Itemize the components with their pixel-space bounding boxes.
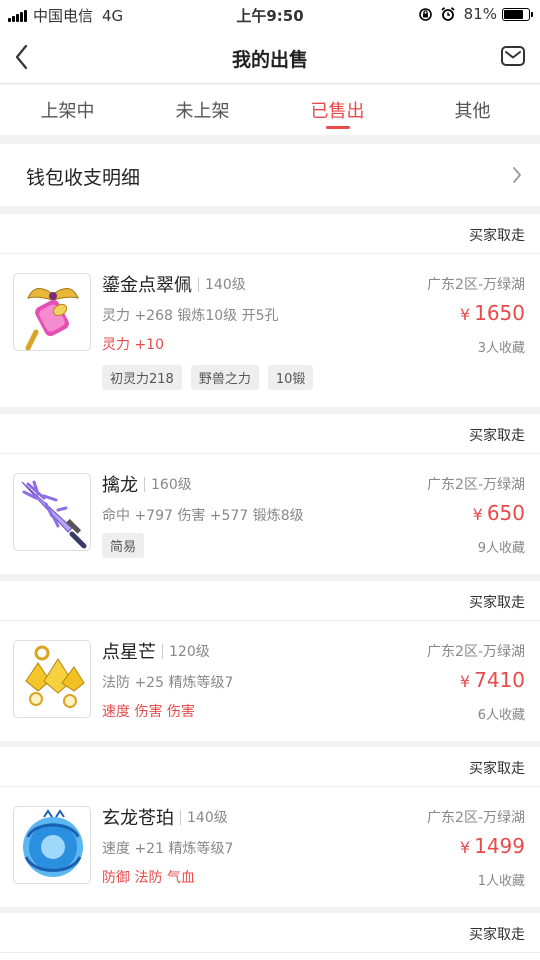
listing-status: 买家取走 [0,214,540,254]
divider [180,809,181,825]
server-name: 广东2区-万绿湖 [427,810,525,826]
listing-status: 买家取走 [0,913,540,953]
mail-icon[interactable] [500,44,526,68]
favorites-count: 3人收藏 [477,341,525,356]
item-special-attributes: 灵力 +10 [102,337,164,353]
tab-label: 已售出 [310,101,365,122]
tag: 野兽之力 [190,365,259,390]
active-tab-indicator [325,126,350,129]
item-special-attributes: 速度 伤害 伤害 [102,704,195,720]
tab-sold[interactable]: 已售出 [270,85,405,135]
listing-card[interactable]: 买家取走 擒龙 160级 命中 +797 伤害 +577 锻炼8级 简易 广东2… [0,414,540,574]
favorites-count: 9人收藏 [477,541,525,556]
rotation-lock-icon [418,7,432,21]
battery-percent: 81% [463,5,497,23]
server-name: 广东2区-万绿湖 [427,644,525,660]
item-name: 擒龙 [102,475,138,496]
tab-bar: 上架中 未上架 已售出 其他 [0,85,540,135]
listing-card[interactable]: 买家取走 玄龙苍珀 140级 速度 +21 精炼等级7 防御 法防 气血 广东2… [0,747,540,907]
alarm-icon [441,7,455,21]
tag: 10锻 [267,365,314,390]
divider [198,276,199,292]
listing-status: 买家取走 [0,414,540,454]
golden-winged-pendant-icon [13,273,91,351]
tag: 初灵力218 [102,365,182,390]
server-name: 广东2区-万绿湖 [427,477,525,493]
item-price: ¥1499 [459,834,525,858]
blue-dragon-amulet-icon [13,806,91,884]
nav-bar: 我的出售 [0,30,540,84]
item-attributes: 命中 +797 伤害 +577 锻炼8级 [102,508,304,524]
item-tags: 初灵力218 野兽之力 10锻 [102,365,322,390]
item-tags: 简易 [102,533,153,558]
item-attributes: 速度 +21 精炼等级7 [102,841,234,857]
tag: 简易 [102,533,145,558]
favorites-count: 6人收藏 [477,708,525,723]
item-name: 玄龙苍珀 [102,808,174,829]
tab-label: 其他 [454,101,491,122]
tab-label: 未上架 [175,101,230,122]
item-name: 点星芒 [102,642,156,663]
favorites-count: 1人收藏 [477,874,525,889]
divider [144,476,145,492]
item-price: ¥650 [472,501,525,525]
item-price: ¥7410 [459,668,525,692]
listing-card[interactable]: 买家取走 鎏金点翠佩 140级 灵力 +268 锻炼10级 开5孔 灵力 +10… [0,214,540,407]
tab-not-listed[interactable]: 未上架 [135,85,270,135]
listing-status: 买家取走 [0,747,540,787]
battery-icon [502,7,533,21]
listing-status: 买家取走 [0,581,540,621]
item-special-attributes: 防御 法防 气血 [102,870,195,886]
item-attributes: 灵力 +268 锻炼10级 开5孔 [102,308,279,324]
page-title: 我的出售 [231,49,308,71]
tab-label: 上架中 [40,101,95,122]
purple-sword-icon [13,473,91,551]
wallet-details-label: 钱包收支明细 [26,167,141,189]
golden-star-earring-icon [13,640,91,718]
tab-on-sale[interactable]: 上架中 [0,85,135,135]
server-name: 广东2区-万绿湖 [427,277,525,293]
tab-other[interactable]: 其他 [405,85,540,135]
item-price: ¥1650 [459,301,525,325]
item-level: 140级 [205,277,246,293]
item-level: 140级 [187,810,228,826]
item-level: 120级 [169,644,210,660]
status-bar: 中国电信 4G 上午9:50 81% [0,0,540,30]
wallet-details-row[interactable]: 钱包收支明细 [0,144,540,206]
divider [162,643,163,659]
item-attributes: 法防 +25 精炼等级7 [102,675,234,691]
item-level: 160级 [151,477,192,493]
item-name: 鎏金点翠佩 [102,275,192,296]
listing-card[interactable]: 买家取走 [0,913,540,960]
chevron-right-icon [513,167,521,183]
listing-card[interactable]: 买家取走 点星芒 120级 法防 +25 精炼等级7 速度 伤害 伤害 广东2区… [0,581,540,741]
